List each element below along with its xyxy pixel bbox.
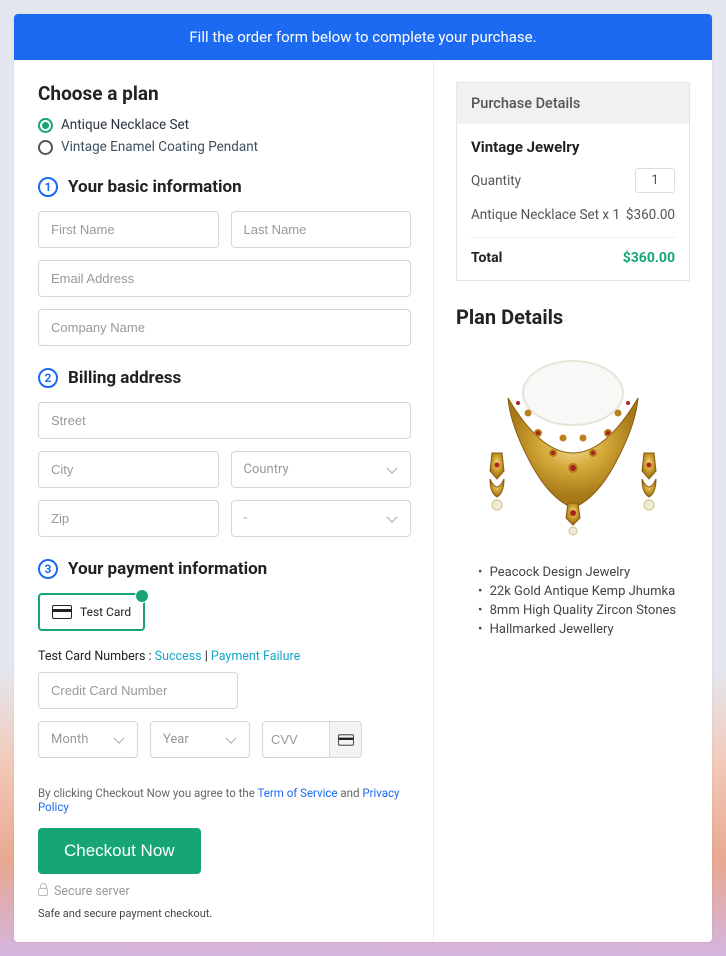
- banner: Fill the order form below to complete yo…: [14, 14, 712, 60]
- section-title: Your basic information: [68, 177, 242, 197]
- summary-column: Purchase Details Vintage Jewelry Quantit…: [434, 60, 712, 942]
- year-label: Year: [163, 732, 189, 747]
- state-select-label: -: [244, 511, 248, 526]
- card-number-input[interactable]: [38, 672, 238, 709]
- test-card-hint: Test Card Numbers : Success | Payment Fa…: [38, 649, 411, 664]
- month-label: Month: [51, 732, 88, 747]
- street-input[interactable]: [38, 402, 411, 439]
- check-icon: [135, 589, 149, 603]
- step-number-icon: 3: [38, 559, 58, 579]
- product-title: Vintage Jewelry: [471, 138, 675, 156]
- radio-icon: [38, 118, 53, 133]
- chevron-down-icon: [115, 737, 125, 743]
- lock-icon: [38, 888, 48, 896]
- plan-option-label: Antique Necklace Set: [61, 117, 189, 133]
- failure-link[interactable]: Payment Failure: [211, 649, 300, 664]
- quantity-value[interactable]: 1: [635, 168, 675, 193]
- checkout-card: Fill the order form below to complete yo…: [14, 14, 712, 942]
- company-input[interactable]: [38, 309, 411, 346]
- purchase-details-header: Purchase Details: [457, 83, 689, 124]
- purchase-details-box: Purchase Details Vintage Jewelry Quantit…: [456, 82, 690, 281]
- email-input[interactable]: [38, 260, 411, 297]
- state-select[interactable]: -: [231, 500, 412, 537]
- plan-bullet: 22k Gold Antique Kemp Jhumka: [478, 584, 690, 599]
- country-select-label: Country: [244, 462, 289, 477]
- section-billing-header: 2 Billing address: [38, 368, 411, 388]
- year-select[interactable]: Year: [150, 721, 250, 758]
- zip-input[interactable]: [38, 500, 219, 537]
- plan-bullet-list: Peacock Design Jewelry 22k Gold Antique …: [456, 565, 690, 637]
- first-name-input[interactable]: [38, 211, 219, 248]
- secure-label: Secure server: [54, 884, 130, 899]
- safe-text: Safe and secure payment checkout.: [38, 907, 411, 920]
- city-input[interactable]: [38, 451, 219, 488]
- choose-plan-title: Choose a plan: [38, 82, 411, 105]
- plan-bullet: 8mm High Quality Zircon Stones: [478, 603, 690, 618]
- product-image: [468, 343, 678, 553]
- credit-card-icon: [52, 605, 72, 619]
- radio-icon: [38, 140, 53, 155]
- step-number-icon: 2: [38, 368, 58, 388]
- section-basic-info-header: 1 Your basic information: [38, 177, 411, 197]
- section-payment-header: 3 Your payment information: [38, 559, 411, 579]
- step-number-icon: 1: [38, 177, 58, 197]
- total-label: Total: [471, 250, 502, 266]
- quantity-label: Quantity: [471, 173, 521, 189]
- cvv-input[interactable]: [263, 722, 329, 757]
- checkout-button[interactable]: Checkout Now: [38, 828, 201, 874]
- cvv-field: [262, 721, 362, 758]
- agreement-text: By clicking Checkout Now you agree to th…: [38, 786, 411, 814]
- plan-details-title: Plan Details: [456, 305, 690, 329]
- chevron-down-icon: [388, 516, 398, 522]
- chevron-down-icon: [227, 737, 237, 743]
- total-amount: $360.00: [623, 250, 675, 266]
- card-back-icon: [329, 722, 361, 757]
- last-name-input[interactable]: [231, 211, 412, 248]
- line-price: $360.00: [626, 207, 675, 223]
- plan-bullet: Hallmarked Jewellery: [478, 622, 690, 637]
- line-item: Antique Necklace Set x 1: [471, 207, 620, 223]
- form-column: Choose a plan Antique Necklace Set Vinta…: [14, 60, 434, 942]
- plan-option-label: Vintage Enamel Coating Pendant: [61, 139, 258, 155]
- country-select[interactable]: Country: [231, 451, 412, 488]
- plan-bullet: Peacock Design Jewelry: [478, 565, 690, 580]
- plan-option-vintage[interactable]: Vintage Enamel Coating Pendant: [38, 139, 411, 155]
- test-card-label: Test Card: [80, 605, 131, 619]
- success-link[interactable]: Success: [155, 649, 202, 664]
- chevron-down-icon: [388, 467, 398, 473]
- month-select[interactable]: Month: [38, 721, 138, 758]
- tos-link[interactable]: Term of Service: [257, 786, 337, 800]
- test-card-option[interactable]: Test Card: [38, 593, 145, 631]
- secure-server: Secure server: [38, 884, 411, 899]
- section-title: Billing address: [68, 368, 181, 388]
- section-title: Your payment information: [68, 559, 267, 579]
- plan-option-antique[interactable]: Antique Necklace Set: [38, 117, 411, 133]
